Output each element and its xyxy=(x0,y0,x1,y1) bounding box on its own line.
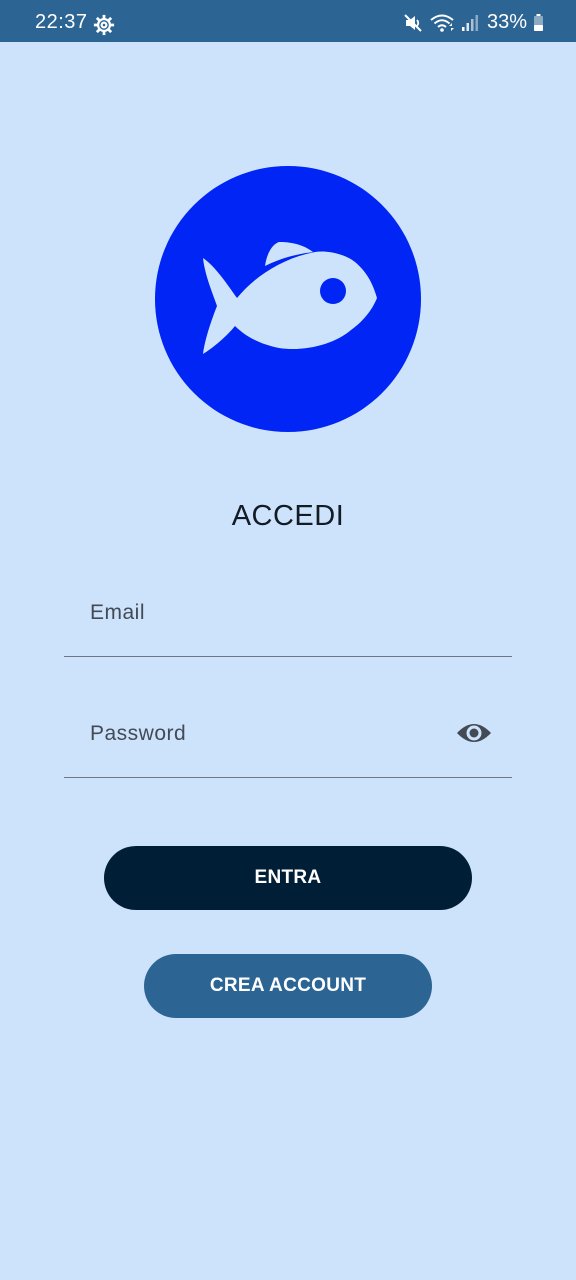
password-field[interactable]: Password xyxy=(64,697,512,778)
create-account-button[interactable]: CREA ACCOUNT xyxy=(144,954,432,1018)
fish-logo-icon xyxy=(155,166,421,432)
login-screen: 22:37 33% ACCEDI Email Password ENTRA CR… xyxy=(0,0,576,1280)
mute-icon xyxy=(404,13,422,32)
signal-icon xyxy=(461,14,478,31)
password-label: Password xyxy=(90,722,187,745)
login-button[interactable]: ENTRA xyxy=(104,846,472,910)
settings-gear-icon xyxy=(93,14,115,36)
status-bar: 22:37 33% xyxy=(0,0,576,42)
status-icons: 33% xyxy=(403,11,544,34)
wifi-icon xyxy=(430,14,454,32)
eye-icon[interactable] xyxy=(456,720,492,746)
status-time: 22:37 xyxy=(35,11,88,33)
email-label: Email xyxy=(90,601,146,624)
page-title: ACCEDI xyxy=(231,500,345,532)
email-field[interactable]: Email xyxy=(64,576,512,657)
battery-percentage: 33% xyxy=(486,11,527,33)
battery-icon xyxy=(534,13,543,31)
